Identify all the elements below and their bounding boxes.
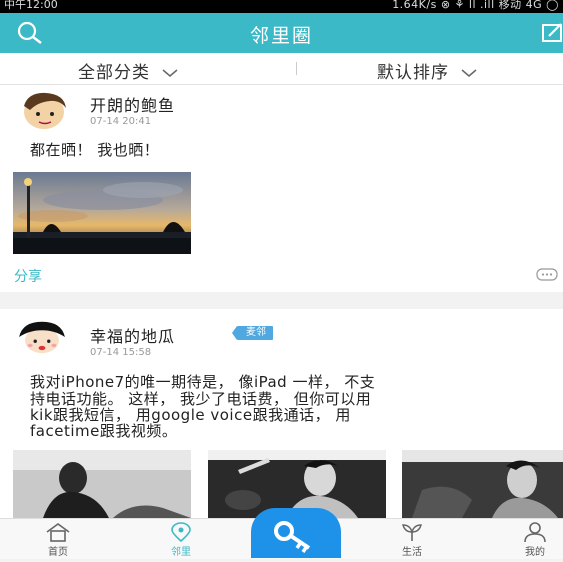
nav-label: 我的 [525,547,545,558]
status-indicators: 1.64K/s ⊗ ⚘ ll .ill 移动 4G ◯ [392,0,559,11]
nav-label: 邻里 [171,547,191,558]
nav-item-home[interactable]: 首页 [28,519,88,559]
sprout-icon [402,524,422,541]
app-header: 邻里圈 [0,13,563,53]
page-title: 邻里圈 [249,25,313,47]
nav-label: 首页 [48,547,68,558]
avatar[interactable] [14,317,70,357]
post-username[interactable]: 幸福的地瓜 [90,323,175,347]
post-time: 07-14 15:58 [90,347,152,358]
status-bar: 中午12:00 1.64K/s ⊗ ⚘ ll .ill 移动 4G ◯ [0,0,563,13]
filter-bar: 全部分类 默认排序 [0,53,563,85]
user-badge: 麦邻 [232,326,273,340]
nav-item-me[interactable]: 我的 [505,519,563,559]
post-card[interactable]: 开朗的鲍鱼 07-14 20:41 都在晒！ 我也晒！ 分享 [0,85,563,292]
post-text: 都在晒！ 我也晒！ [30,141,160,159]
avatar[interactable] [16,90,72,130]
post-photo[interactable] [13,172,191,254]
post-text-line: facetime跟我视频。 [30,422,178,440]
status-time: 中午12:00 [4,0,58,11]
home-icon [46,523,70,542]
nav-item-neighbors[interactable]: 邻里 [151,519,211,559]
sort-filter[interactable]: 默认排序 [377,58,477,83]
filter-divider [296,62,297,75]
nav-item-life[interactable]: 生活 [382,519,442,559]
category-filter-label: 全部分类 [78,63,150,83]
share-button[interactable]: 分享 [14,266,42,286]
compose-icon[interactable] [541,22,563,44]
sort-filter-label: 默认排序 [377,63,449,83]
chevron-down-icon [162,68,178,77]
post-username[interactable]: 开朗的鲍鱼 [90,92,175,116]
category-filter[interactable]: 全部分类 [78,58,178,83]
post-card[interactable]: 幸福的地瓜 麦邻 07-14 15:58 我对iPhone7的唯一期待是， 像i… [0,309,563,518]
key-icon [274,521,311,553]
person-icon [524,522,546,542]
post-photo[interactable] [13,450,191,518]
location-pin-icon [171,522,191,542]
key-button[interactable] [251,508,341,558]
chevron-down-icon [461,68,477,77]
comment-icon[interactable] [536,268,558,282]
post-photo[interactable] [402,450,563,518]
post-time: 07-14 20:41 [90,116,152,127]
nav-label: 生活 [402,547,422,558]
